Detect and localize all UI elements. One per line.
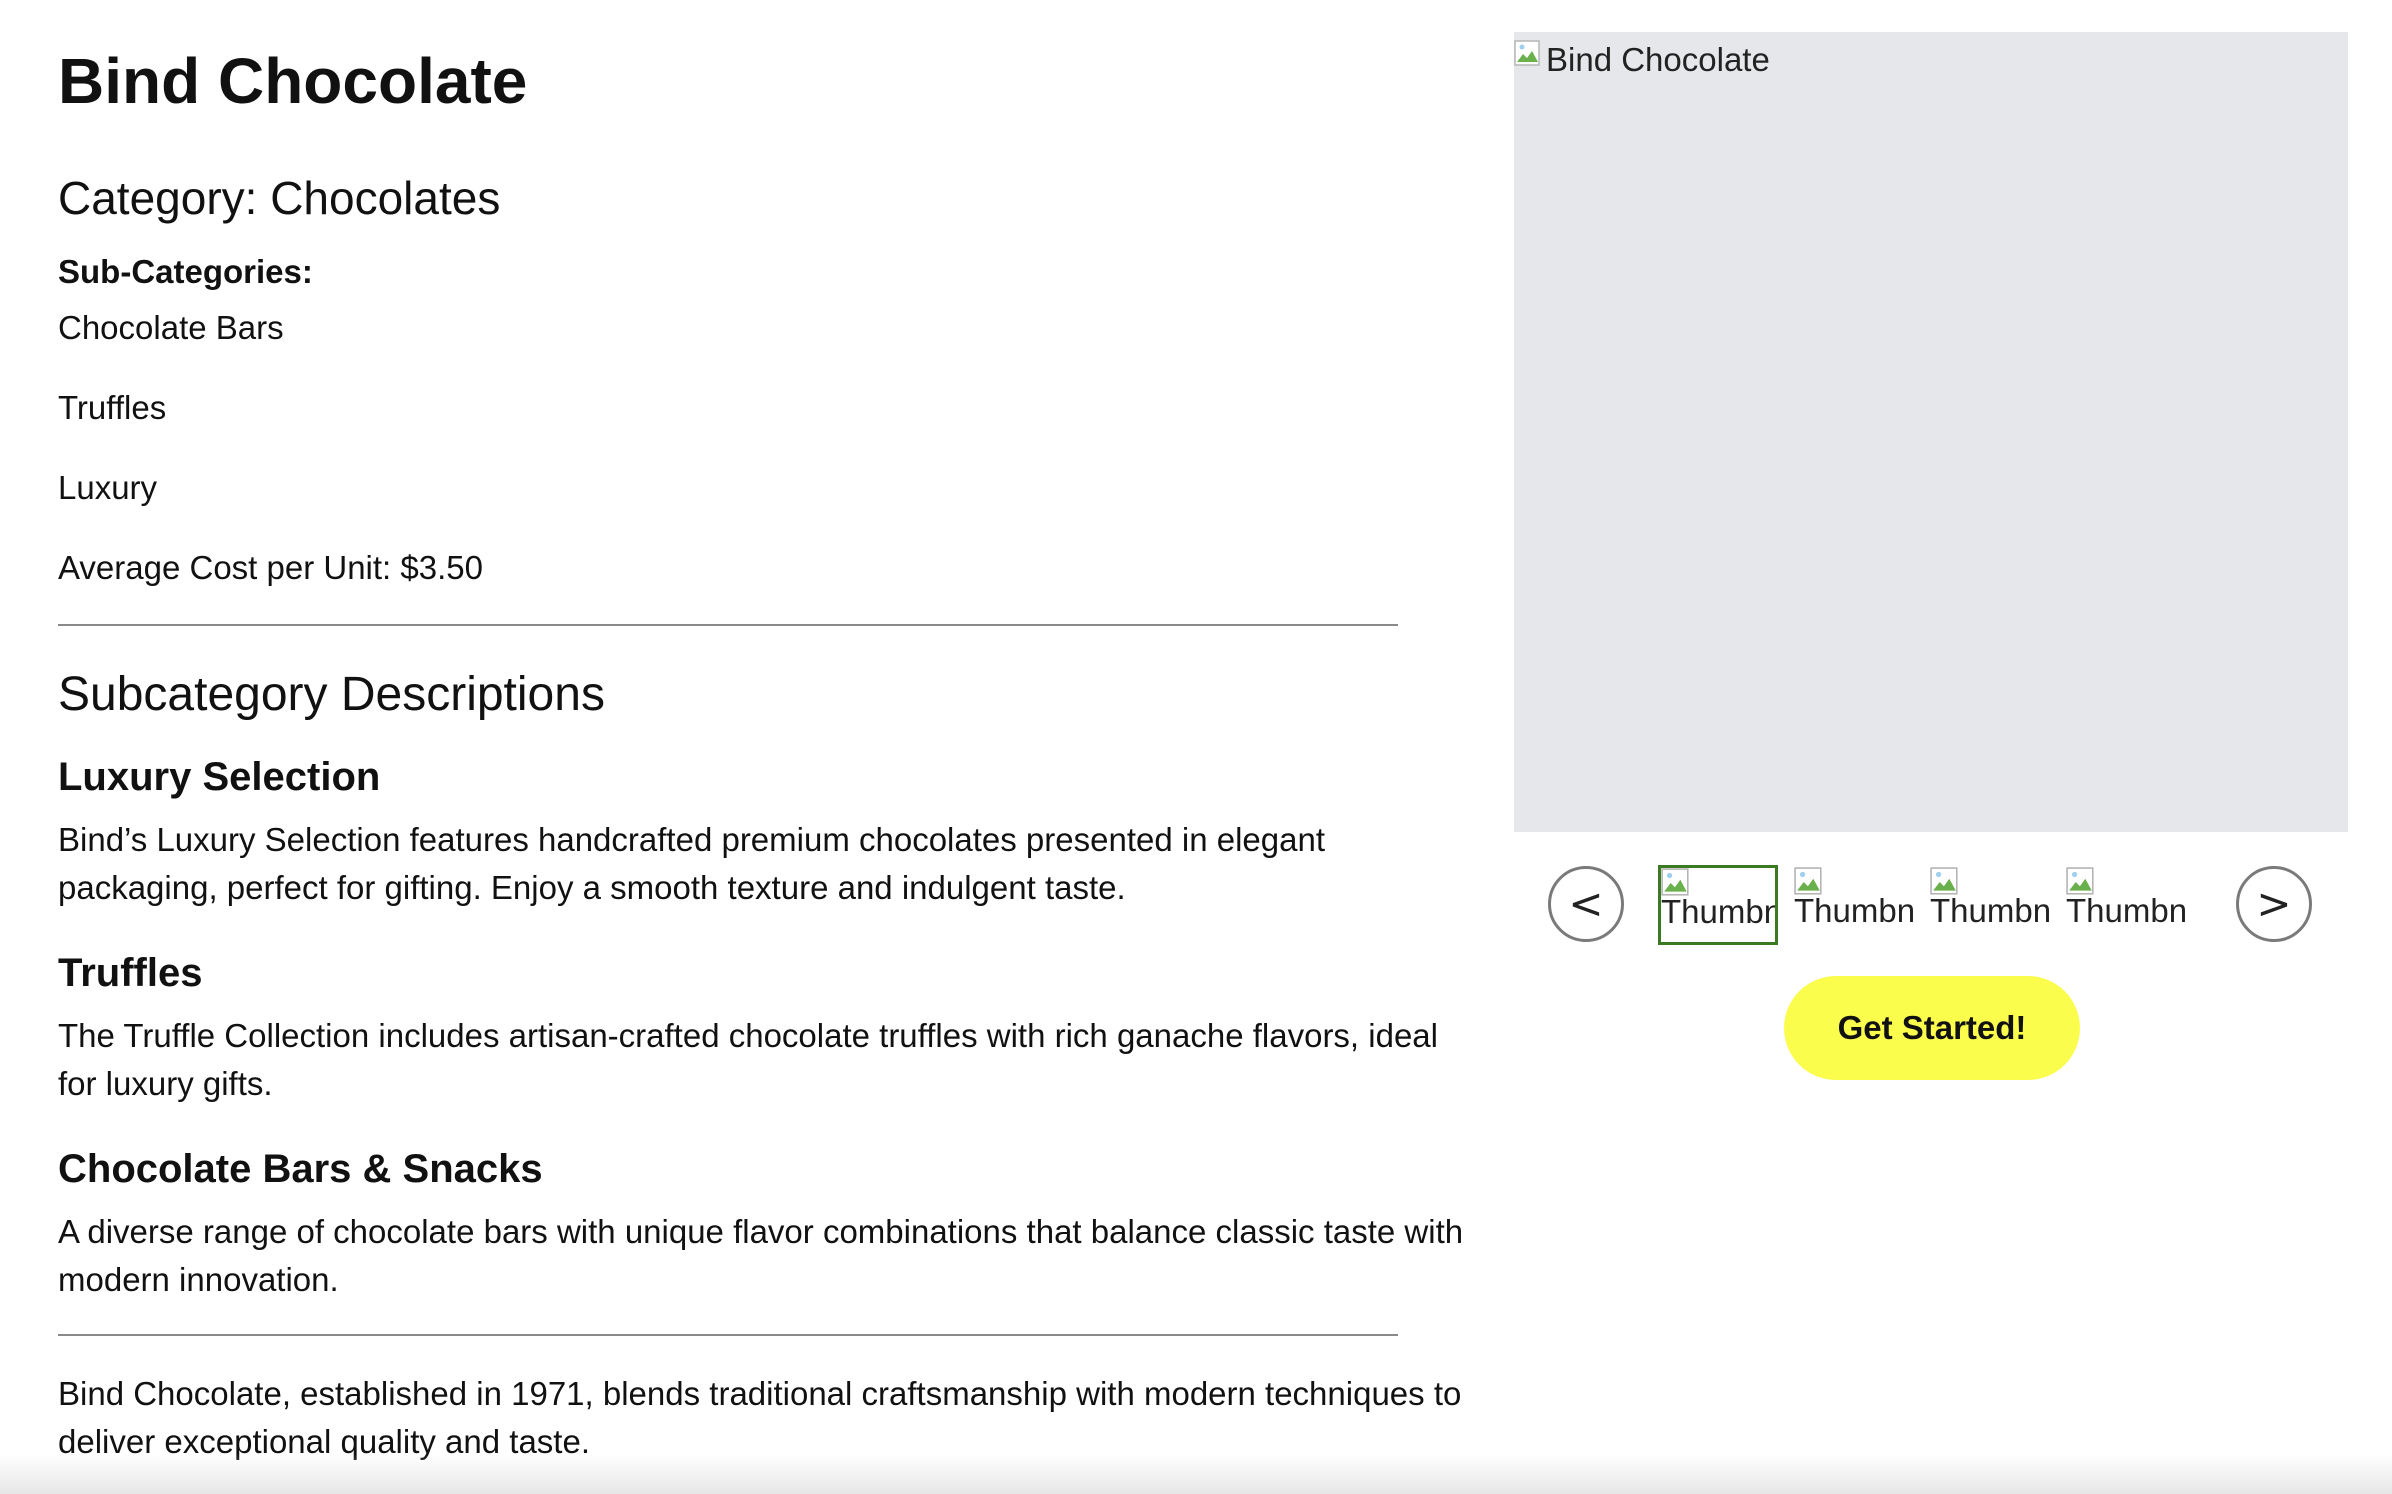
get-started-button[interactable]: Get Started!	[1784, 976, 2080, 1080]
average-cost: Average Cost per Unit: $3.50	[58, 549, 483, 586]
broken-image: Thumbnail	[1794, 867, 1914, 931]
thumbnail[interactable]: Thumbnail	[1930, 865, 2050, 945]
description-text: The Truffle Collection includes artisan-…	[58, 1017, 1438, 1102]
description-title: Truffles	[58, 951, 203, 995]
subcategory-item: Luxury	[58, 469, 158, 506]
description-text: Bind’s Luxury Selection features handcra…	[58, 821, 1325, 906]
page-title: Bind Chocolate	[58, 45, 528, 117]
main-image-alt: Bind Chocolate	[1546, 41, 1770, 78]
subcategories-heading: Sub-Categories:	[58, 253, 313, 290]
thumbnail-alt: Thumbnail	[1930, 892, 2050, 929]
thumbnail[interactable]: Thumbnail	[1794, 865, 1914, 945]
bottom-fade	[0, 1454, 2392, 1494]
broken-image: Bind Chocolate	[1514, 38, 1770, 82]
next-image-button[interactable]: >	[2236, 866, 2312, 942]
previous-image-button[interactable]: <	[1548, 866, 1624, 942]
descriptions-heading: Subcategory Descriptions	[58, 668, 605, 721]
subcategory-item: Chocolate Bars	[58, 309, 284, 346]
divider	[58, 1334, 1398, 1336]
thumbnail-alt: Thumbnail	[1661, 893, 1775, 930]
description-title: Luxury Selection	[58, 755, 381, 799]
category-label: Category: Chocolates	[58, 172, 501, 224]
broken-image: Thumbnail	[1661, 868, 1775, 932]
divider	[58, 624, 1398, 626]
description-text: A diverse range of chocolate bars with u…	[58, 1213, 1464, 1298]
product-page: Bind Chocolate Category: Chocolates Sub-…	[0, 0, 2392, 1494]
thumbnail-alt: Thumbnail	[2066, 892, 2186, 929]
thumbnail[interactable]: Thumbnail	[1658, 865, 1778, 945]
broken-image-icon	[1514, 40, 1540, 66]
subcategory-item: Truffles	[58, 389, 167, 426]
thumbnail[interactable]: Thumbnail	[2066, 865, 2186, 945]
broken-image: Thumbnail	[1930, 867, 2050, 931]
thumbnail-alt: Thumbnail	[1794, 892, 1914, 929]
description-title: Chocolate Bars & Snacks	[58, 1147, 543, 1191]
main-product-image: Bind Chocolate	[1514, 32, 2348, 832]
broken-image: Thumbnail	[2066, 867, 2186, 931]
about-text: Bind Chocolate, established in 1971, ble…	[58, 1375, 1462, 1460]
